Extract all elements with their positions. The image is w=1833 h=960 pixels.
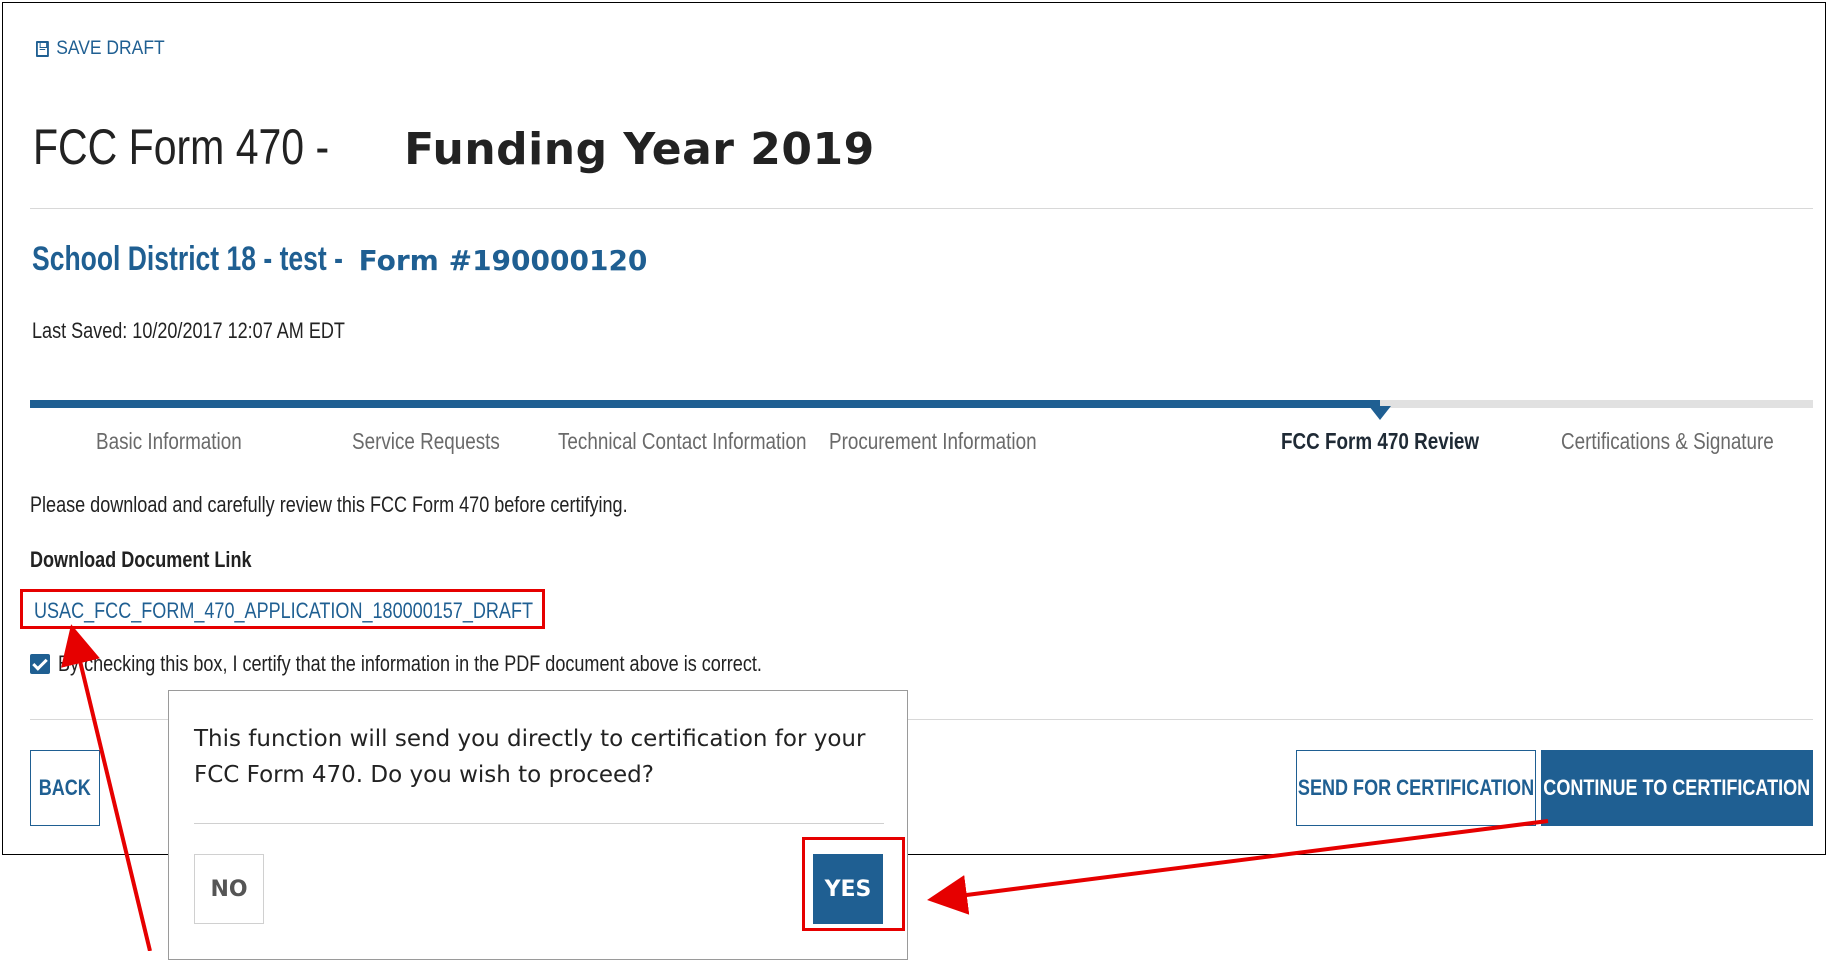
certify-checkbox[interactable] xyxy=(30,654,50,674)
subtitle-form-number: Form #190000120 xyxy=(358,244,648,277)
page-title-year: Funding Year 2019 xyxy=(404,124,875,175)
continue-to-certification-label: CONTINUE TO CERTIFICATION xyxy=(1543,775,1811,800)
step-technical-contact[interactable]: Technical Contact Information xyxy=(558,428,806,455)
progress-fill xyxy=(30,400,1381,408)
annotation-highlight-link xyxy=(20,589,545,629)
certify-label: By checking this box, I certify that the… xyxy=(58,651,762,676)
floppy-disk-icon xyxy=(36,41,49,57)
step-basic-information[interactable]: Basic Information xyxy=(96,428,242,455)
page-title-prefix: FCC Form 470 - xyxy=(33,119,330,175)
step-certifications-signature[interactable]: Certifications & Signature xyxy=(1561,428,1774,455)
send-for-certification-label: SEND FOR CERTIFICATION xyxy=(1297,775,1535,800)
send-for-certification-button[interactable]: SEND FOR CERTIFICATION xyxy=(1296,750,1536,826)
subtitle-organization: School District 18 - test - xyxy=(32,240,343,278)
save-draft-label: SAVE DRAFT xyxy=(56,38,165,59)
dialog-divider xyxy=(194,823,884,824)
wizard-steps: Basic Information Service Requests Techn… xyxy=(30,428,1813,458)
dialog-message: This function will send you directly to … xyxy=(194,726,866,788)
step-form-470-review[interactable]: FCC Form 470 Review xyxy=(1281,428,1479,455)
download-label: Download Document Link xyxy=(30,547,252,572)
dialog-no-button[interactable]: NO xyxy=(194,854,264,924)
last-saved-text: Last Saved: 10/20/2017 12:07 AM EDT xyxy=(32,318,345,343)
page-title: FCC Form 470 - Funding Year 2019 xyxy=(33,118,875,176)
confirm-dialog: This function will send you directly to … xyxy=(168,690,908,960)
save-draft-button[interactable]: SAVE DRAFT xyxy=(36,38,165,60)
continue-to-certification-button[interactable]: CONTINUE TO CERTIFICATION xyxy=(1541,750,1813,826)
back-button[interactable]: BACK xyxy=(30,750,100,826)
review-instruction: Please download and carefully review thi… xyxy=(30,492,628,517)
step-procurement-information[interactable]: Procurement Information xyxy=(829,428,1037,455)
step-service-requests[interactable]: Service Requests xyxy=(352,428,500,455)
annotation-highlight-yes xyxy=(802,837,905,931)
certify-checkbox-row[interactable]: By checking this box, I certify that the… xyxy=(30,651,916,677)
back-button-label: BACK xyxy=(38,775,92,800)
progress-caret-icon xyxy=(1369,406,1392,420)
form-subtitle: School District 18 - test - Form #1900001… xyxy=(32,240,647,279)
title-divider xyxy=(30,208,1813,209)
